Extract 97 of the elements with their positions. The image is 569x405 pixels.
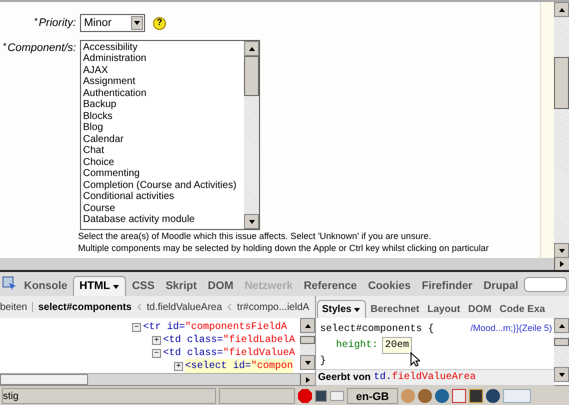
list-option[interactable]: Chat — [83, 145, 104, 156]
side-tab[interactable]: Berechnet — [366, 300, 424, 318]
status-text: stig — [2, 388, 216, 404]
toggle-icon[interactable]: − — [152, 349, 161, 358]
search-field[interactable] — [524, 277, 567, 292]
scroll-down-button[interactable] — [554, 367, 569, 382]
side-tab[interactable]: Code Exa — [496, 300, 550, 318]
list-option[interactable]: Administration — [83, 53, 146, 64]
list-option[interactable]: Blocks — [83, 110, 112, 122]
help-text: Select the area(s) of Moodle which this issue affects. Select 'Unknown' if you are unsure. — [78, 230, 432, 242]
breadcrumb[interactable]: td.fieldValueArea — [146, 300, 222, 314]
required-mark: * — [34, 14, 38, 28]
scrollbar[interactable] — [244, 41, 259, 229]
help-text: Multiple components may be selected by holding down the Apple or Ctrl key whilst clicking on particular — [78, 242, 489, 254]
list-option[interactable]: Commenting — [83, 168, 140, 179]
mouse-pointer-icon — [410, 352, 420, 367]
scroll-thumb[interactable] — [554, 338, 569, 346]
scroll-down-button[interactable] — [244, 214, 259, 229]
side-tab[interactable]: Layout — [423, 300, 464, 318]
devtools-tab[interactable]: Firefinder — [416, 276, 478, 296]
list-option[interactable]: Database activity module — [83, 214, 195, 225]
scroll-up-button[interactable] — [244, 41, 259, 56]
inherited-link[interactable]: td.fieldValueArea — [374, 370, 476, 385]
language-button[interactable]: en-GB — [347, 388, 398, 404]
scrollbar[interactable] — [554, 318, 569, 382]
down-arrow-icon — [558, 370, 566, 378]
toggle-icon[interactable]: + — [152, 336, 161, 345]
html-line[interactable]: <td class="fieldValueA — [163, 346, 296, 361]
up-arrow-icon — [304, 322, 312, 330]
separator-line — [32, 302, 34, 312]
scroll-down-button[interactable] — [554, 243, 569, 258]
scroll-thumb[interactable] — [554, 57, 569, 109]
list-option[interactable]: Authentication — [83, 88, 146, 98]
right-arrow-icon — [558, 260, 566, 268]
breadcrumb[interactable]: beiten — [0, 300, 28, 314]
css-property: height: — [336, 338, 378, 353]
devtools-tab[interactable]: HTML — [73, 276, 126, 296]
css-selector: select#components { — [320, 322, 434, 337]
dropdown-caret-icon — [353, 306, 362, 314]
scroll-thumb[interactable] — [300, 336, 315, 344]
stop-sign-icon[interactable] — [298, 388, 312, 402]
up-arrow-icon — [248, 44, 256, 52]
up-arrow-icon — [558, 6, 566, 14]
html-line[interactable]: <tr id="componentsFieldA — [143, 320, 288, 335]
scroll-up-button[interactable] — [300, 318, 315, 333]
closing-brace: } — [320, 354, 326, 369]
list-option[interactable]: Blog — [83, 122, 104, 133]
source-link[interactable]: /Mood...m;}}(Zeile 5) — [470, 322, 552, 337]
field-label: Component/s: — [8, 41, 76, 56]
scroll-down-button[interactable] — [300, 355, 315, 370]
dropdown-caret-icon — [112, 282, 120, 290]
devtools-tab[interactable]: Skript — [160, 276, 202, 296]
required-mark: * — [3, 40, 7, 53]
scroll-up-button[interactable] — [554, 318, 569, 333]
toggle-icon[interactable]: − — [132, 323, 141, 332]
side-tab[interactable]: DOM — [464, 300, 496, 318]
priority-dropdown[interactable]: Minor — [80, 14, 145, 32]
scrollbar[interactable] — [300, 318, 315, 370]
field-label: Priority: — [38, 16, 76, 31]
components-listbox[interactable]: Accessibility Administration AJAX Assignment Authentication Backup Blocks Blog Calendar Chat Choice Commenting Completion (Course and Activities) Conditional activities Course Database activity module — [80, 40, 260, 230]
css-value-input[interactable]: 20em — [382, 337, 412, 354]
list-option[interactable]: Completion (Course and Activities) — [83, 180, 236, 190]
down-arrow-icon — [304, 358, 312, 366]
inherited-label: Geerbt von — [318, 371, 371, 385]
horizontal-scrollbar[interactable] — [0, 258, 569, 270]
inspect-cursor-icon[interactable] — [2, 276, 18, 292]
list-option[interactable]: Conditional activities — [83, 191, 174, 202]
devtools-tab[interactable]: Konsole — [19, 276, 72, 296]
list-option[interactable]: Calendar — [83, 134, 124, 144]
up-arrow-icon — [558, 322, 566, 330]
breadcrumb[interactable]: tr#compo...ieldA — [237, 300, 310, 314]
help-icon[interactable]: ? — [153, 16, 166, 30]
dropdown-caret-icon — [133, 19, 141, 27]
breadcrumb[interactable]: select#components — [38, 300, 132, 314]
list-option[interactable]: Choice — [83, 156, 114, 168]
side-tab[interactable]: Styles — [317, 300, 366, 318]
devtools-tab[interactable]: Reference — [298, 276, 362, 296]
scroll-thumb[interactable] — [0, 374, 88, 385]
chevron-left-icon — [227, 303, 232, 311]
html-line[interactable]: <td class="fieldLabelA — [163, 333, 296, 348]
devtools-tab[interactable]: Drupal — [478, 276, 524, 296]
right-arrow-icon — [304, 376, 312, 384]
devtools-tab[interactable]: DOM — [202, 276, 238, 296]
scrollbar[interactable] — [554, 2, 569, 258]
list-option[interactable]: Backup — [83, 99, 116, 110]
scroll-thumb[interactable] — [244, 56, 259, 96]
down-arrow-icon — [248, 218, 256, 226]
chevron-left-icon — [136, 303, 142, 311]
list-option[interactable]: AJAX — [83, 64, 108, 76]
scroll-up-button[interactable] — [554, 2, 569, 17]
list-option[interactable]: Accessibility — [83, 42, 138, 52]
devtools-tab[interactable]: CSS — [126, 276, 160, 296]
down-arrow-icon — [558, 246, 566, 254]
devtools-tab[interactable]: Cookies — [362, 276, 416, 296]
toggle-icon[interactable]: + — [174, 362, 183, 371]
list-option[interactable]: Course — [83, 202, 116, 214]
list-option[interactable]: Assignment — [83, 76, 136, 87]
